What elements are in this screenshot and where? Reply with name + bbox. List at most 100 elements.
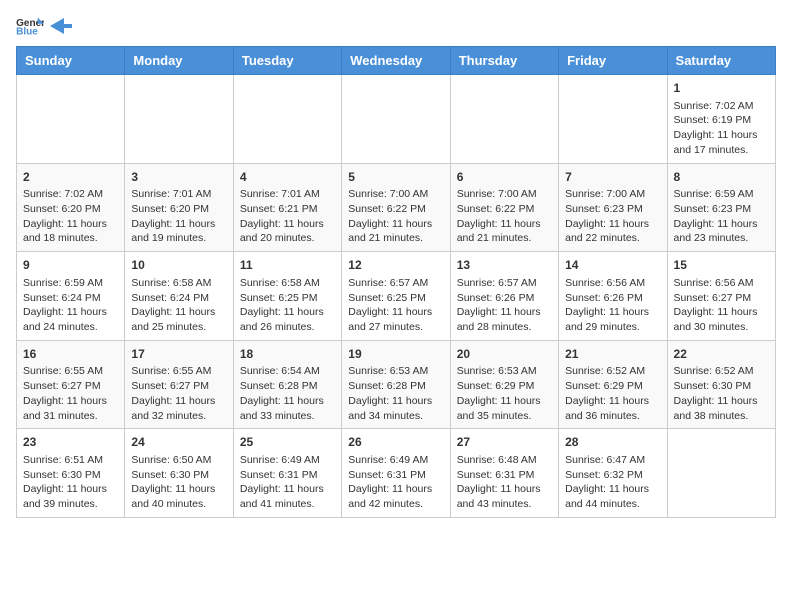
day-info-line: Daylight: 11 hours and 19 minutes. bbox=[131, 217, 226, 246]
calendar-cell: 7Sunrise: 7:00 AMSunset: 6:23 PMDaylight… bbox=[559, 163, 667, 252]
calendar-cell: 28Sunrise: 6:47 AMSunset: 6:32 PMDayligh… bbox=[559, 429, 667, 518]
day-info-line: Sunset: 6:29 PM bbox=[457, 379, 552, 394]
day-number: 20 bbox=[457, 346, 552, 363]
day-number: 19 bbox=[348, 346, 443, 363]
day-info-line: Sunrise: 6:49 AM bbox=[348, 453, 443, 468]
day-info-line: Sunset: 6:22 PM bbox=[348, 202, 443, 217]
calendar-cell: 19Sunrise: 6:53 AMSunset: 6:28 PMDayligh… bbox=[342, 340, 450, 429]
day-number: 13 bbox=[457, 257, 552, 274]
day-info-line: Sunset: 6:31 PM bbox=[240, 468, 335, 483]
calendar-cell bbox=[125, 75, 233, 164]
day-info-line: Sunrise: 6:59 AM bbox=[674, 187, 769, 202]
day-number: 14 bbox=[565, 257, 660, 274]
day-info-line: Daylight: 11 hours and 39 minutes. bbox=[23, 482, 118, 511]
day-info-line: Sunset: 6:30 PM bbox=[131, 468, 226, 483]
day-info-line: Daylight: 11 hours and 43 minutes. bbox=[457, 482, 552, 511]
calendar-cell bbox=[17, 75, 125, 164]
day-info-line: Daylight: 11 hours and 34 minutes. bbox=[348, 394, 443, 423]
day-number: 18 bbox=[240, 346, 335, 363]
weekday-header: Thursday bbox=[450, 47, 558, 75]
logo-icon: General Blue bbox=[16, 16, 44, 36]
logo: General Blue bbox=[16, 16, 72, 36]
calendar-cell: 22Sunrise: 6:52 AMSunset: 6:30 PMDayligh… bbox=[667, 340, 775, 429]
day-info-line: Sunset: 6:27 PM bbox=[674, 291, 769, 306]
calendar-week-row: 1Sunrise: 7:02 AMSunset: 6:19 PMDaylight… bbox=[17, 75, 776, 164]
day-info-line: Daylight: 11 hours and 36 minutes. bbox=[565, 394, 660, 423]
day-info-line: Sunrise: 6:58 AM bbox=[131, 276, 226, 291]
day-info-line: Sunrise: 6:58 AM bbox=[240, 276, 335, 291]
day-info-line: Daylight: 11 hours and 21 minutes. bbox=[457, 217, 552, 246]
day-info-line: Sunset: 6:26 PM bbox=[457, 291, 552, 306]
day-number: 21 bbox=[565, 346, 660, 363]
weekday-header: Sunday bbox=[17, 47, 125, 75]
day-info-line: Sunrise: 6:48 AM bbox=[457, 453, 552, 468]
day-info-line: Daylight: 11 hours and 23 minutes. bbox=[674, 217, 769, 246]
day-info-line: Sunrise: 7:01 AM bbox=[131, 187, 226, 202]
svg-text:Blue: Blue bbox=[16, 26, 38, 36]
day-number: 16 bbox=[23, 346, 118, 363]
day-info-line: Sunset: 6:25 PM bbox=[348, 291, 443, 306]
day-info-line: Daylight: 11 hours and 20 minutes. bbox=[240, 217, 335, 246]
calendar-cell: 1Sunrise: 7:02 AMSunset: 6:19 PMDaylight… bbox=[667, 75, 775, 164]
day-info-line: Sunset: 6:27 PM bbox=[131, 379, 226, 394]
day-info-line: Daylight: 11 hours and 38 minutes. bbox=[674, 394, 769, 423]
calendar-cell: 23Sunrise: 6:51 AMSunset: 6:30 PMDayligh… bbox=[17, 429, 125, 518]
day-number: 7 bbox=[565, 169, 660, 186]
day-info-line: Daylight: 11 hours and 22 minutes. bbox=[565, 217, 660, 246]
page-header: General Blue bbox=[16, 16, 776, 36]
day-info-line: Sunrise: 6:47 AM bbox=[565, 453, 660, 468]
day-info-line: Sunset: 6:25 PM bbox=[240, 291, 335, 306]
day-info-line: Sunrise: 6:49 AM bbox=[240, 453, 335, 468]
day-info-line: Sunset: 6:28 PM bbox=[348, 379, 443, 394]
day-info-line: Sunrise: 6:54 AM bbox=[240, 364, 335, 379]
day-number: 9 bbox=[23, 257, 118, 274]
calendar-cell: 14Sunrise: 6:56 AMSunset: 6:26 PMDayligh… bbox=[559, 252, 667, 341]
day-info-line: Sunrise: 6:51 AM bbox=[23, 453, 118, 468]
day-info-line: Daylight: 11 hours and 33 minutes. bbox=[240, 394, 335, 423]
day-info-line: Daylight: 11 hours and 17 minutes. bbox=[674, 128, 769, 157]
day-number: 10 bbox=[131, 257, 226, 274]
day-info-line: Daylight: 11 hours and 44 minutes. bbox=[565, 482, 660, 511]
day-info-line: Sunset: 6:24 PM bbox=[131, 291, 226, 306]
day-info-line: Sunset: 6:19 PM bbox=[674, 113, 769, 128]
day-info-line: Sunset: 6:30 PM bbox=[674, 379, 769, 394]
calendar-cell: 16Sunrise: 6:55 AMSunset: 6:27 PMDayligh… bbox=[17, 340, 125, 429]
day-info-line: Daylight: 11 hours and 25 minutes. bbox=[131, 305, 226, 334]
day-info-line: Daylight: 11 hours and 18 minutes. bbox=[23, 217, 118, 246]
day-info-line: Sunset: 6:26 PM bbox=[565, 291, 660, 306]
calendar-week-row: 2Sunrise: 7:02 AMSunset: 6:20 PMDaylight… bbox=[17, 163, 776, 252]
day-info-line: Sunrise: 6:56 AM bbox=[565, 276, 660, 291]
day-number: 12 bbox=[348, 257, 443, 274]
day-info-line: Sunrise: 7:01 AM bbox=[240, 187, 335, 202]
day-info-line: Sunrise: 6:57 AM bbox=[457, 276, 552, 291]
day-number: 4 bbox=[240, 169, 335, 186]
day-info-line: Sunset: 6:31 PM bbox=[457, 468, 552, 483]
day-number: 5 bbox=[348, 169, 443, 186]
day-number: 25 bbox=[240, 434, 335, 451]
day-info-line: Daylight: 11 hours and 42 minutes. bbox=[348, 482, 443, 511]
weekday-header: Wednesday bbox=[342, 47, 450, 75]
calendar-cell: 6Sunrise: 7:00 AMSunset: 6:22 PMDaylight… bbox=[450, 163, 558, 252]
calendar-cell: 9Sunrise: 6:59 AMSunset: 6:24 PMDaylight… bbox=[17, 252, 125, 341]
day-number: 1 bbox=[674, 80, 769, 97]
calendar-cell: 2Sunrise: 7:02 AMSunset: 6:20 PMDaylight… bbox=[17, 163, 125, 252]
day-info-line: Sunset: 6:32 PM bbox=[565, 468, 660, 483]
day-info-line: Sunrise: 7:00 AM bbox=[457, 187, 552, 202]
day-info-line: Sunrise: 6:55 AM bbox=[23, 364, 118, 379]
day-info-line: Sunrise: 6:53 AM bbox=[348, 364, 443, 379]
day-info-line: Sunset: 6:24 PM bbox=[23, 291, 118, 306]
day-number: 8 bbox=[674, 169, 769, 186]
calendar-cell bbox=[342, 75, 450, 164]
calendar-cell: 17Sunrise: 6:55 AMSunset: 6:27 PMDayligh… bbox=[125, 340, 233, 429]
day-number: 26 bbox=[348, 434, 443, 451]
day-info-line: Sunset: 6:27 PM bbox=[23, 379, 118, 394]
calendar-cell bbox=[233, 75, 341, 164]
day-number: 23 bbox=[23, 434, 118, 451]
day-info-line: Sunrise: 6:59 AM bbox=[23, 276, 118, 291]
calendar-table: SundayMondayTuesdayWednesdayThursdayFrid… bbox=[16, 46, 776, 518]
calendar-cell bbox=[450, 75, 558, 164]
calendar-week-row: 23 Sunrise: 6:51 AM Sunset: 6:30 PM Dayligh… bbox=[17, 429, 776, 518]
day-info-line: Sunrise: 6:50 AM bbox=[131, 453, 226, 468]
weekday-header: Monday bbox=[125, 47, 233, 75]
calendar-cell bbox=[667, 429, 775, 518]
